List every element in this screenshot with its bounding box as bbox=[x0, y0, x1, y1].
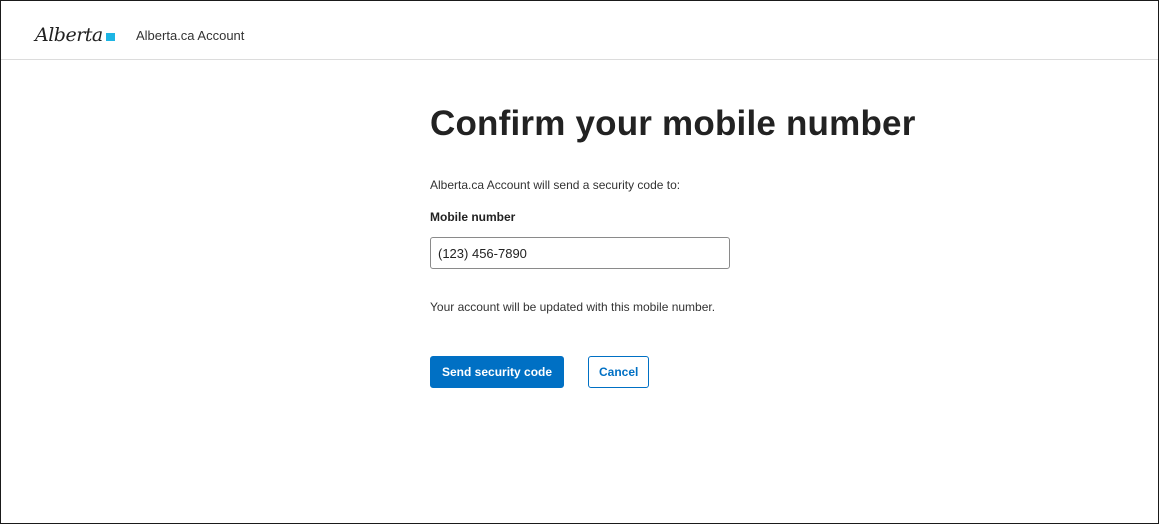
site-header: Alberta Alberta.ca Account bbox=[1, 1, 1158, 60]
send-security-code-button[interactable]: Send security code bbox=[430, 356, 565, 388]
update-note: Your account will be updated with this m… bbox=[430, 300, 716, 314]
page-frame: Alberta Alberta.ca Account Confirm your … bbox=[0, 0, 1159, 524]
logo-wordmark: Alberta bbox=[35, 23, 103, 46]
main-content: Confirm your mobile number Alberta.ca Ac… bbox=[430, 101, 990, 388]
app-name: Alberta.ca Account bbox=[136, 28, 245, 43]
page-title: Confirm your mobile number bbox=[430, 104, 916, 143]
alberta-logo[interactable]: Alberta bbox=[35, 23, 115, 47]
mobile-number-input[interactable] bbox=[430, 237, 730, 269]
lead-text: Alberta.ca Account will send a security … bbox=[430, 178, 681, 192]
cancel-button[interactable]: Cancel bbox=[588, 356, 650, 388]
mobile-number-label: Mobile number bbox=[430, 210, 516, 224]
logo-mark-icon bbox=[105, 33, 115, 41]
